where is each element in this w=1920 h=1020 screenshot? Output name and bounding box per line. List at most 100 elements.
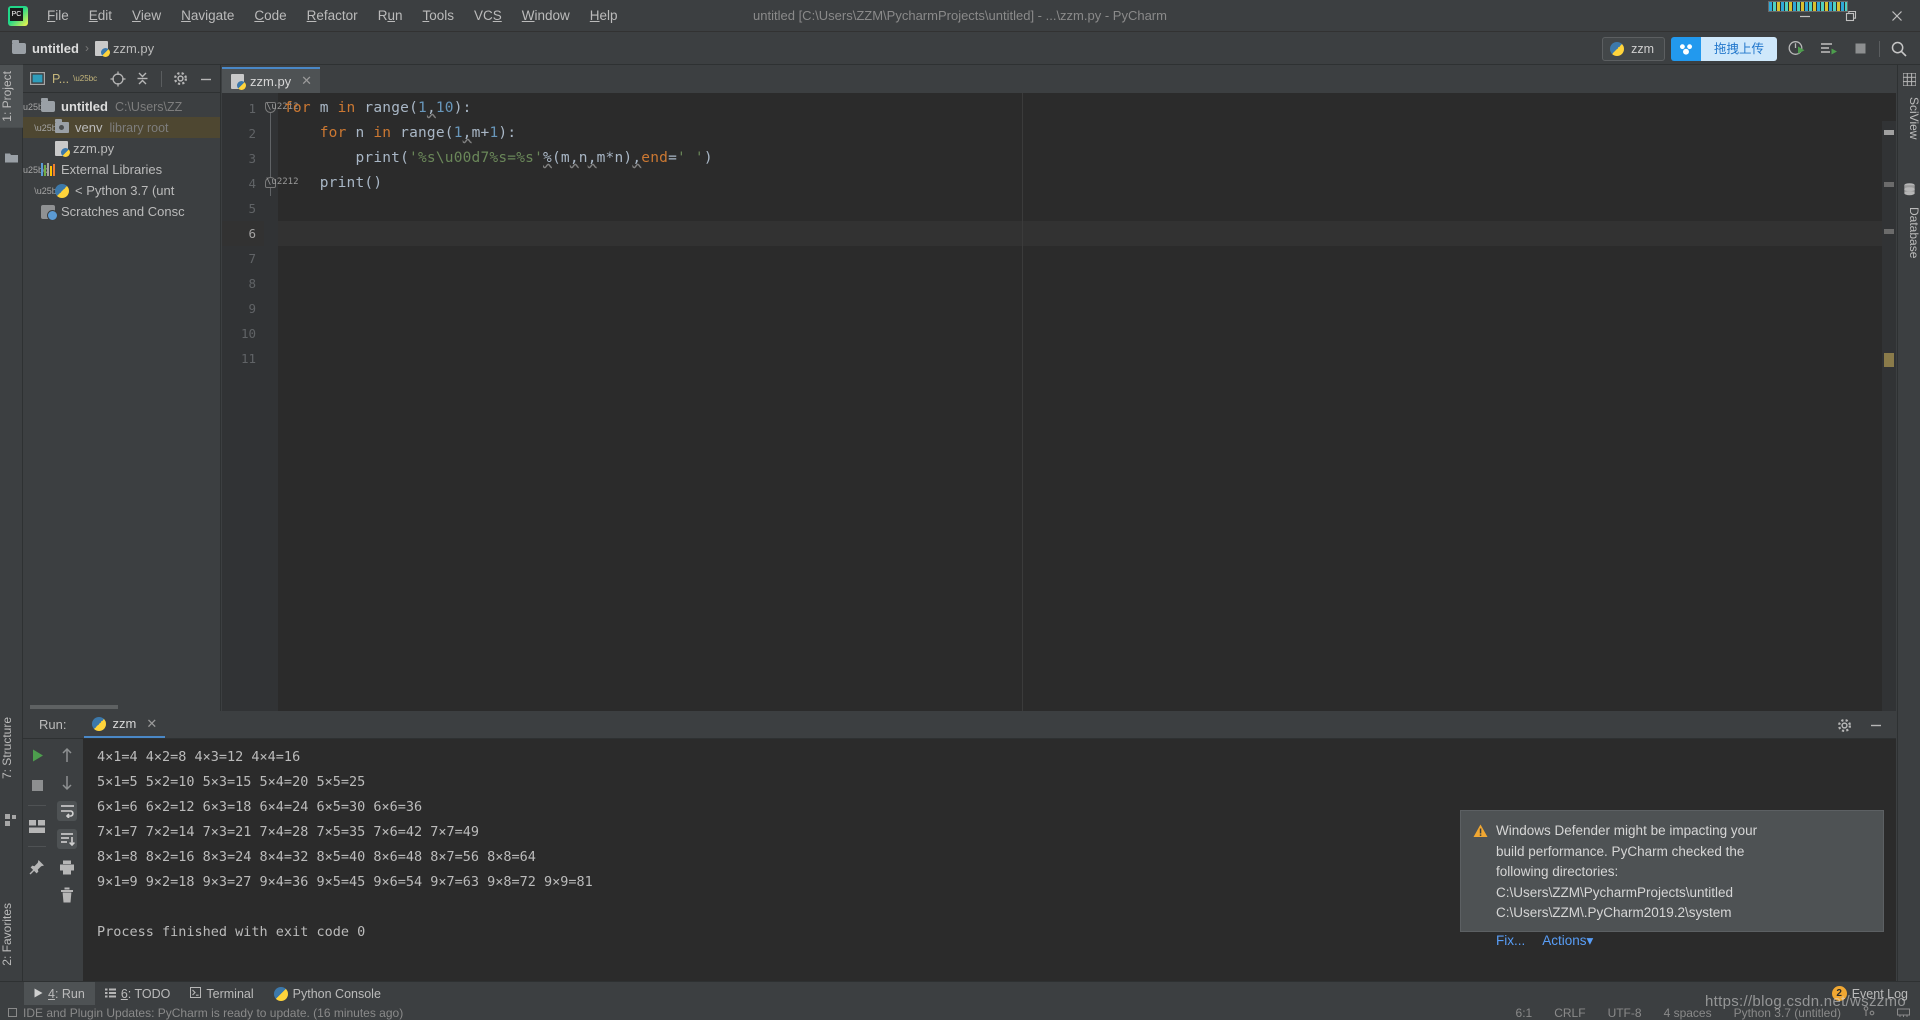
menu-run[interactable]: Run <box>369 4 412 27</box>
menu-edit[interactable]: Edit <box>80 4 121 27</box>
line-separator[interactable]: CRLF <box>1554 1006 1585 1020</box>
code-line-8[interactable] <box>278 271 1896 296</box>
python-interpreter[interactable]: Python 3.7 (untitled) <box>1734 1006 1841 1020</box>
menu-file[interactable]: File <box>38 4 78 27</box>
close-icon[interactable]: ✕ <box>146 716 157 732</box>
code-line-7[interactable] <box>278 246 1896 271</box>
close-button[interactable] <box>1874 0 1920 32</box>
actions-link[interactable]: Actions▾ <box>1542 931 1593 952</box>
print-icon[interactable] <box>57 857 77 877</box>
file-encoding[interactable]: UTF-8 <box>1608 1006 1642 1020</box>
stop-icon[interactable] <box>27 775 47 795</box>
menu-view[interactable]: View <box>123 4 170 27</box>
sidebar-tab-database[interactable]: Database <box>1898 201 1920 264</box>
code-line-1[interactable]: for m in range(1,10): <box>278 96 1896 121</box>
run-tab-zzm[interactable]: zzm ✕ <box>84 711 166 738</box>
editor-tab-zzm-py[interactable]: zzm.py ✕ <box>222 67 321 93</box>
sidebar-tab-structure[interactable]: 7: Structure <box>0 711 23 785</box>
tree-item-scratches[interactable]: Scratches and Consc <box>23 201 220 222</box>
hide-panel-icon[interactable] <box>195 68 216 89</box>
fold-end-icon[interactable]: \u2212 <box>265 177 299 188</box>
menu-tools[interactable]: Tools <box>413 4 463 27</box>
code-line-6-current[interactable] <box>278 221 1896 246</box>
settings-gear-icon[interactable] <box>1834 715 1854 735</box>
down-arrow-icon[interactable] <box>57 773 77 793</box>
menu-window[interactable]: Window <box>513 4 579 27</box>
run-tests-icon[interactable] <box>1815 37 1841 61</box>
event-log-button[interactable]: 2 Event Log <box>1831 986 1908 1001</box>
code-folding-gutter[interactable]: \u2212 \u2212 <box>264 93 299 711</box>
sidebar-tab-favorites[interactable]: 2: Favorites <box>0 897 23 972</box>
caret-position[interactable]: 6:1 <box>1516 1006 1533 1020</box>
rerun-icon[interactable] <box>27 745 47 765</box>
restore-button[interactable] <box>1828 0 1874 32</box>
project-view-icon[interactable] <box>27 68 48 89</box>
code-line-11[interactable] <box>278 346 1896 371</box>
editor-error-stripe-scrollbar[interactable] <box>1882 121 1896 739</box>
expand-arrow-icon[interactable]: \u25bc <box>23 102 48 112</box>
code-line-10[interactable] <box>278 321 1896 346</box>
chevron-down-icon[interactable]: \u25bc <box>73 74 97 83</box>
bottom-tab-run[interactable]: 4: Run <box>24 981 95 1006</box>
expand-arrow-icon[interactable]: \u25b6 <box>34 123 62 133</box>
baidu-netdisk-upload-button[interactable]: 拖拽上传 <box>1670 36 1777 61</box>
code-text-area[interactable]: for m in range(1,10): for n in range(1,m… <box>278 93 1896 711</box>
notification-balloon[interactable]: Windows Defender might be impacting your… <box>1460 810 1884 948</box>
code-line-4[interactable]: print() <box>278 171 1896 196</box>
stripe-mark-third[interactable] <box>1884 229 1894 234</box>
tree-item-untitled[interactable]: \u25bc untitled C:\Users\ZZ <box>23 96 220 117</box>
indent-setting[interactable]: 4 spaces <box>1664 1006 1712 1020</box>
status-message-area[interactable]: IDE and Plugin Updates: PyCharm is ready… <box>8 1006 403 1020</box>
bottom-tab-terminal[interactable]: Terminal <box>180 982 263 1006</box>
tree-item-venv[interactable]: \u25b6 venv library root <box>23 117 220 138</box>
project-horizontal-scrollbar[interactable] <box>30 705 118 709</box>
bottom-tab-python-console[interactable]: Python Console <box>264 982 391 1006</box>
expand-arrow-icon[interactable]: \u25bc <box>23 165 48 175</box>
locate-icon[interactable] <box>107 68 128 89</box>
project-panel-title[interactable]: P... <box>52 72 69 86</box>
terminal-icon <box>190 986 202 1001</box>
tree-item-python-interpreter[interactable]: \u25b6 < Python 3.7 (unt <box>23 180 220 201</box>
tree-item-external-libraries[interactable]: \u25bc External Libraries <box>23 159 220 180</box>
collapse-all-icon[interactable] <box>132 68 153 89</box>
stripe-mark-warning[interactable] <box>1884 353 1894 367</box>
memory-indicator-icon[interactable] <box>1897 1006 1910 1020</box>
up-arrow-icon[interactable] <box>57 745 77 765</box>
stop-icon[interactable] <box>1847 37 1873 61</box>
fold-collapse-icon[interactable]: \u2212 <box>265 102 299 113</box>
git-branch-icon[interactable] <box>1863 1005 1875 1020</box>
run-configuration-selector[interactable]: zzm <box>1602 36 1665 61</box>
stripe-mark-top[interactable] <box>1884 130 1894 135</box>
menu-help[interactable]: Help <box>581 4 627 27</box>
pin-tab-icon[interactable] <box>27 857 47 877</box>
code-line-5[interactable] <box>278 196 1896 221</box>
minimize-button[interactable] <box>1782 0 1828 32</box>
bottom-tab-todo[interactable]: 6: TODO <box>95 982 181 1006</box>
layout-icon[interactable] <box>27 816 47 836</box>
sidebar-tab-project[interactable]: 1: Project <box>0 65 23 128</box>
search-everywhere-icon[interactable] <box>1886 37 1912 61</box>
expand-arrow-icon[interactable]: \u25b6 <box>34 186 62 196</box>
hide-panel-icon[interactable] <box>1866 715 1886 735</box>
breadcrumb-item-project[interactable]: untitled <box>32 41 79 56</box>
menu-code[interactable]: Code <box>245 4 295 27</box>
code-line-2[interactable]: for n in range(1,m+1): <box>278 121 1896 146</box>
stripe-mark-second[interactable] <box>1884 182 1894 187</box>
fix-link[interactable]: Fix... <box>1496 931 1525 952</box>
breadcrumb-item-file[interactable]: zzm.py <box>113 41 154 56</box>
menu-vcs[interactable]: VCS <box>465 4 511 27</box>
menu-navigate[interactable]: Navigate <box>172 4 243 27</box>
run-with-coverage-icon[interactable] <box>1783 37 1809 61</box>
status-message[interactable]: IDE and Plugin Updates: PyCharm is ready… <box>23 1006 403 1020</box>
close-icon[interactable]: ✕ <box>301 73 312 89</box>
scroll-to-end-icon[interactable] <box>57 829 77 849</box>
menu-refactor[interactable]: Refactor <box>298 4 367 27</box>
soft-wrap-icon[interactable] <box>57 801 77 821</box>
sidebar-tab-sciview[interactable]: SciView <box>1898 91 1920 145</box>
settings-gear-icon[interactable] <box>170 68 191 89</box>
clear-all-icon[interactable] <box>57 885 77 905</box>
code-line-3[interactable]: print('%s\u00d7%s=%s'%(m,n,m*n),end=' ') <box>278 146 1896 171</box>
code-line-9[interactable] <box>278 296 1896 321</box>
tree-item-zzm-py[interactable]: zzm.py <box>23 138 220 159</box>
code-editor[interactable]: 1 2 3 4 5 6 7 8 9 10 11 \u2212 \u2212 fo… <box>222 93 1896 739</box>
